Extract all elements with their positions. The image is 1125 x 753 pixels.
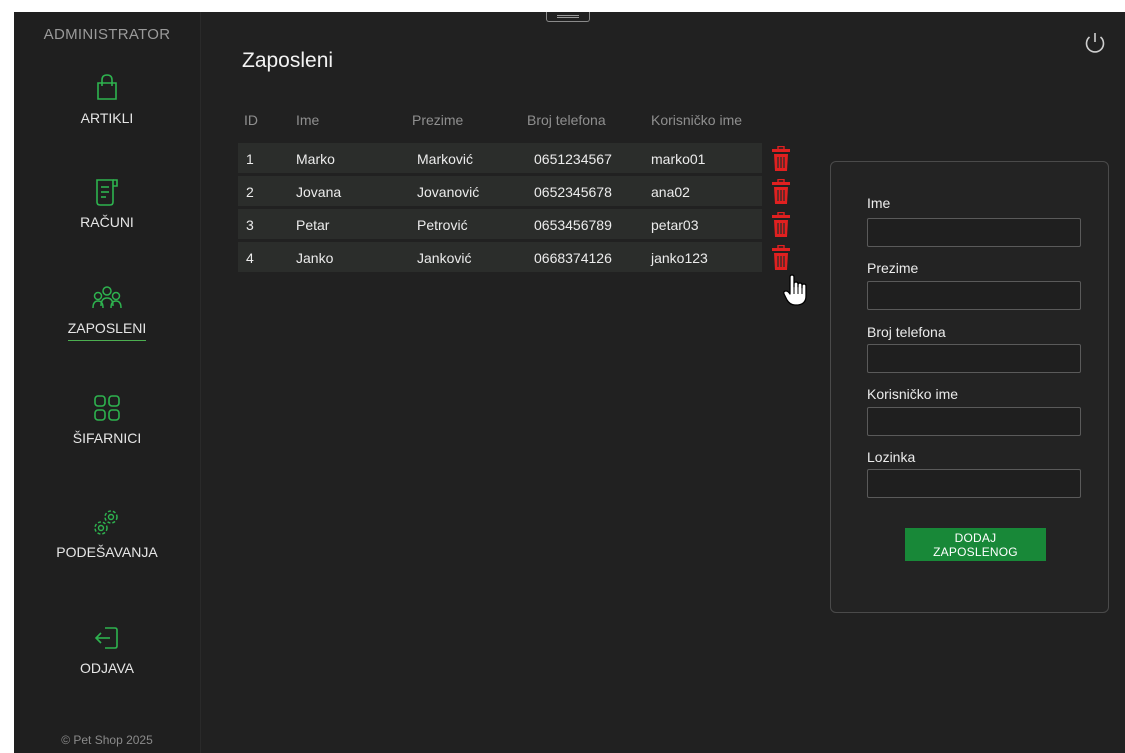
cell-korisnicko: petar03 — [651, 217, 699, 233]
cell-ime: Petar — [296, 217, 330, 233]
label-ime: Ime — [867, 195, 891, 211]
sidebar-item-label: ODJAVA — [80, 660, 134, 676]
telefon-input[interactable] — [867, 344, 1081, 373]
table-row: 1 Marko Marković 0651234567 marko01 — [238, 143, 806, 173]
cell-telefon: 0651234567 — [534, 151, 612, 167]
cell-korisnicko: ana02 — [651, 184, 690, 200]
table-row: 4 Janko Janković 0668374126 janko123 — [238, 242, 806, 272]
gears-icon — [94, 510, 118, 535]
cell-ime: Janko — [296, 250, 334, 266]
cell-korisnicko: marko01 — [651, 151, 706, 167]
employees-table: ID Ime Prezime Broj telefona Korisničko … — [238, 108, 806, 275]
hand-cursor-icon — [783, 274, 807, 306]
cell-korisnicko: janko123 — [651, 250, 708, 266]
table-row: 2 Jovana Jovanović 0652345678 ana02 — [238, 176, 806, 206]
cell-id: 1 — [246, 151, 254, 167]
sidebar: ADMINISTRATOR ARTIKLI RAČUNI ZAPOSLENI Š… — [14, 12, 201, 753]
cell-prezime: Petrović — [417, 217, 468, 233]
footer-copyright: © Pet Shop 2025 — [61, 733, 153, 747]
ime-input[interactable] — [867, 218, 1081, 247]
cell-id: 3 — [246, 217, 254, 233]
logout-icon — [94, 627, 118, 649]
add-employee-button[interactable]: DODAJ ZAPOSLENOG — [905, 528, 1046, 561]
shopping-bag-icon — [97, 74, 117, 100]
sidebar-item-label: ARTIKLI — [80, 110, 134, 126]
grid-icon — [94, 395, 120, 421]
column-header-id: ID — [244, 112, 258, 128]
sidebar-item-label: PODEŠAVANJA — [56, 544, 158, 560]
sidebar-item-racuni[interactable]: RAČUNI — [14, 176, 200, 234]
add-employee-form: Ime Prezime Broj telefona Korisničko ime… — [830, 161, 1109, 613]
sidebar-item-zaposleni[interactable]: ZAPOSLENI — [14, 282, 200, 341]
sidebar-item-label: RAČUNI — [80, 214, 134, 230]
sidebar-item-odjava[interactable]: ODJAVA — [14, 622, 200, 680]
trash-icon[interactable] — [769, 212, 793, 238]
cell-prezime: Jovanović — [417, 184, 480, 200]
cell-id: 2 — [246, 184, 254, 200]
column-header-ime: Ime — [296, 112, 320, 128]
users-icon — [92, 286, 122, 309]
column-header-prezime: Prezime — [412, 112, 464, 128]
app-window: ADMINISTRATOR ARTIKLI RAČUNI ZAPOSLENI Š… — [14, 12, 1125, 753]
cell-prezime: Janković — [417, 250, 472, 266]
cell-telefon: 0652345678 — [534, 184, 612, 200]
label-lozinka: Lozinka — [867, 449, 916, 465]
table-header: ID Ime Prezime Broj telefona Korisničko … — [238, 108, 806, 134]
sidebar-item-sifarnici[interactable]: ŠIFARNICI — [14, 392, 200, 450]
sidebar-item-label: ZAPOSLENI — [67, 320, 147, 341]
trash-icon[interactable] — [769, 179, 793, 205]
trash-icon[interactable] — [769, 245, 793, 271]
cell-telefon: 0653456789 — [534, 217, 612, 233]
power-icon[interactable] — [1082, 30, 1108, 56]
column-header-telefon: Broj telefona — [527, 112, 606, 128]
label-prezime: Prezime — [867, 260, 919, 276]
menu-handle[interactable] — [546, 12, 590, 22]
column-header-korisnicko: Korisničko ime — [651, 112, 743, 128]
prezime-input[interactable] — [867, 281, 1081, 310]
sidebar-item-label: ŠIFARNICI — [72, 430, 142, 446]
receipt-icon — [96, 179, 118, 206]
label-broj-telefona: Broj telefona — [867, 324, 946, 340]
sidebar-item-podesavanja[interactable]: PODEŠAVANJA — [14, 506, 200, 564]
cell-telefon: 0668374126 — [534, 250, 612, 266]
cell-id: 4 — [246, 250, 254, 266]
label-korisnicko-ime: Korisničko ime — [867, 386, 959, 402]
korisnicko-input[interactable] — [867, 407, 1081, 436]
cell-ime: Marko — [296, 151, 335, 167]
table-row: 3 Petar Petrović 0653456789 petar03 — [238, 209, 806, 239]
cell-prezime: Marković — [417, 151, 474, 167]
sidebar-title: ADMINISTRATOR — [43, 26, 171, 43]
page-title: Zaposleni — [242, 49, 334, 72]
lozinka-input[interactable] — [867, 469, 1081, 498]
cell-ime: Jovana — [296, 184, 342, 200]
sidebar-item-artikli[interactable]: ARTIKLI — [14, 72, 200, 130]
trash-icon[interactable] — [769, 146, 793, 172]
